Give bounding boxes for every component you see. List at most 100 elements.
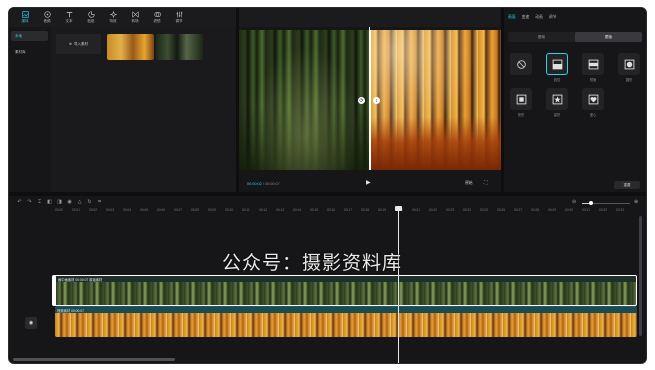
ruler-tick-label: 00:33 <box>616 208 624 212</box>
mask-none[interactable] <box>510 53 532 75</box>
ruler-tick-label: 00:04 <box>123 208 131 212</box>
app-window: 媒体 音频 文本 贴纸 特效 转场 滤镜 调节 本地 素材库 ⊕ 导入素材 ⟳ … <box>8 7 647 364</box>
delete-left-icon[interactable]: ◧ <box>47 199 52 205</box>
ruler-tick-label: 00:21 <box>412 208 420 212</box>
ruler-tick-label: 00:18 <box>361 208 369 212</box>
tool-effects[interactable]: 特效 <box>103 8 123 27</box>
media-thumbnail-autumn[interactable] <box>107 34 154 60</box>
tool-adjust[interactable]: 调节 <box>169 8 189 27</box>
segment-basic[interactable]: 基础 <box>508 32 575 42</box>
tool-media[interactable]: 媒体 <box>15 8 35 27</box>
ruler-tick-label: 00:26 <box>497 208 505 212</box>
mask-split-line[interactable] <box>369 30 371 170</box>
zoom-knob[interactable] <box>588 201 593 205</box>
ruler-tick-label: 00:05 <box>140 208 148 212</box>
playhead-line[interactable] <box>398 206 399 363</box>
vertical-scrollbar[interactable] <box>639 216 642 336</box>
clip-overlay-forest[interactable]: 画中画素材 00:00:07 原始素材 <box>52 275 637 306</box>
clip-main-autumn[interactable]: 视频素材 00:00:07 <box>55 306 637 337</box>
clip-label: 视频素材 00:00:07 <box>57 308 84 313</box>
properties-tabs: 画面 变速 动画 调节 <box>508 15 556 20</box>
linear-mask-icon <box>552 59 562 69</box>
mask-rotate-handle[interactable]: ⟳ <box>358 97 365 104</box>
play-button[interactable]: ▶ <box>366 180 372 187</box>
tool-label: 特效 <box>109 19 117 23</box>
horizontal-scrollbar[interactable] <box>13 358 175 361</box>
tool-label: 贴纸 <box>87 19 95 23</box>
mask-heart[interactable] <box>582 88 604 110</box>
redo-icon[interactable]: ↷ <box>27 199 32 205</box>
properties-panel: 画面 变速 动画 调节 基础 蒙版 线性 镜面 圆形 矩形 星形 爱心 重置 <box>504 8 646 192</box>
player-playhead <box>369 27 370 30</box>
ruler-tick-label: 00:22 <box>429 208 437 212</box>
preview-canvas[interactable]: ⟳ ↕ <box>239 30 501 170</box>
mask-label-circle: 圆形 <box>625 78 633 82</box>
ruler-tick-label: 00:23 <box>446 208 454 212</box>
mask-label-star: 星形 <box>553 113 561 117</box>
ratio-button[interactable]: 原始 <box>465 181 473 186</box>
tool-label: 媒体 <box>21 19 29 23</box>
zoom-out-icon[interactable]: ⊖ <box>572 199 576 205</box>
preview-autumn-image <box>370 30 501 170</box>
tool-transition[interactable]: 转场 <box>125 8 145 27</box>
audio-icon <box>43 11 51 18</box>
cover-button[interactable]: ◉ <box>25 317 37 329</box>
cover-icon: ◉ <box>28 320 34 326</box>
tool-label: 滤镜 <box>153 19 161 23</box>
ruler-tick-label: 00:13 <box>276 208 284 212</box>
zoom-slider[interactable]: ⊖ ⊕ <box>572 199 640 207</box>
tab-animation[interactable]: 动画 <box>535 15 543 20</box>
ruler-tick-label: 00:02 <box>89 208 97 212</box>
import-button[interactable]: ⊕ 导入素材 <box>56 34 101 54</box>
rotate-icon[interactable]: ↻ <box>87 199 92 205</box>
ruler-tick-label: 00:31 <box>582 208 590 212</box>
ruler-tick-label: 00:32 <box>599 208 607 212</box>
mask-feather-handle[interactable]: ↕ <box>373 97 380 104</box>
ruler-tick-label: 00:03 <box>106 208 114 212</box>
mirror-icon[interactable]: △ <box>77 199 82 205</box>
undo-icon[interactable]: ↶ <box>17 199 22 205</box>
text-icon <box>66 11 72 18</box>
ruler-tick-label: 00:15 <box>310 208 318 212</box>
fullscreen-icon[interactable]: ⛶ <box>484 180 488 186</box>
sidebar-item-local[interactable]: 本地 <box>11 31 48 41</box>
ruler-tick-label: 00:28 <box>531 208 539 212</box>
mask-linear[interactable] <box>546 53 568 75</box>
tool-filter[interactable]: 滤镜 <box>147 8 167 27</box>
media-icon <box>21 11 29 18</box>
zoom-in-icon[interactable]: ⊕ <box>634 199 638 205</box>
tab-speed[interactable]: 变速 <box>522 15 530 20</box>
reset-button[interactable]: 重置 <box>614 181 640 189</box>
sidebar-item-library[interactable]: 素材库 <box>11 47 48 57</box>
player-header <box>239 8 501 27</box>
ruler-tick-label: 00:25 <box>480 208 488 212</box>
delete-right-icon[interactable]: ◨ <box>57 199 62 205</box>
ruler-tick-label: 00:12 <box>259 208 267 212</box>
crop-icon[interactable]: ⌗ <box>97 199 102 205</box>
tab-adjust[interactable]: 调节 <box>549 15 557 20</box>
rectangle-mask-icon <box>516 94 526 104</box>
timeline-toolbar: ↶ ↷ ⌶ ◧ ◨ ◉ △ ↻ ⌗ <box>17 199 102 205</box>
mask-mirror[interactable] <box>582 53 604 75</box>
mask-circle[interactable] <box>618 53 640 75</box>
freeze-icon[interactable]: ◉ <box>67 199 72 205</box>
timecode: 00:00:02 / 00:00:07 <box>247 182 280 186</box>
ruler-tick-label: 00:08 <box>191 208 199 212</box>
mask-star[interactable] <box>546 88 568 110</box>
clip-label: 画中画素材 00:00:07 原始素材 <box>58 277 103 282</box>
media-panel: 本地 素材库 ⊕ 导入素材 <box>9 27 236 192</box>
none-icon <box>516 59 526 69</box>
tool-label: 调节 <box>175 19 183 23</box>
tool-audio[interactable]: 音频 <box>37 8 57 27</box>
tool-sticker[interactable]: 贴纸 <box>81 8 101 27</box>
time-ruler[interactable]: 00:00 00:01 00:02 00:03 00:04 00:05 00:06 00:07… <box>55 208 640 217</box>
ruler-tick-label: 00:19 <box>378 208 386 212</box>
media-thumbnail-forest[interactable] <box>156 34 203 60</box>
split-icon[interactable]: ⌶ <box>37 199 42 205</box>
mask-rectangle[interactable] <box>510 88 532 110</box>
tool-text[interactable]: 文本 <box>59 8 79 27</box>
tab-picture[interactable]: 画面 <box>508 15 516 20</box>
heart-mask-icon <box>588 94 598 104</box>
ruler-tick-label: 00:29 <box>548 208 556 212</box>
segment-mask[interactable]: 蒙版 <box>575 32 642 42</box>
